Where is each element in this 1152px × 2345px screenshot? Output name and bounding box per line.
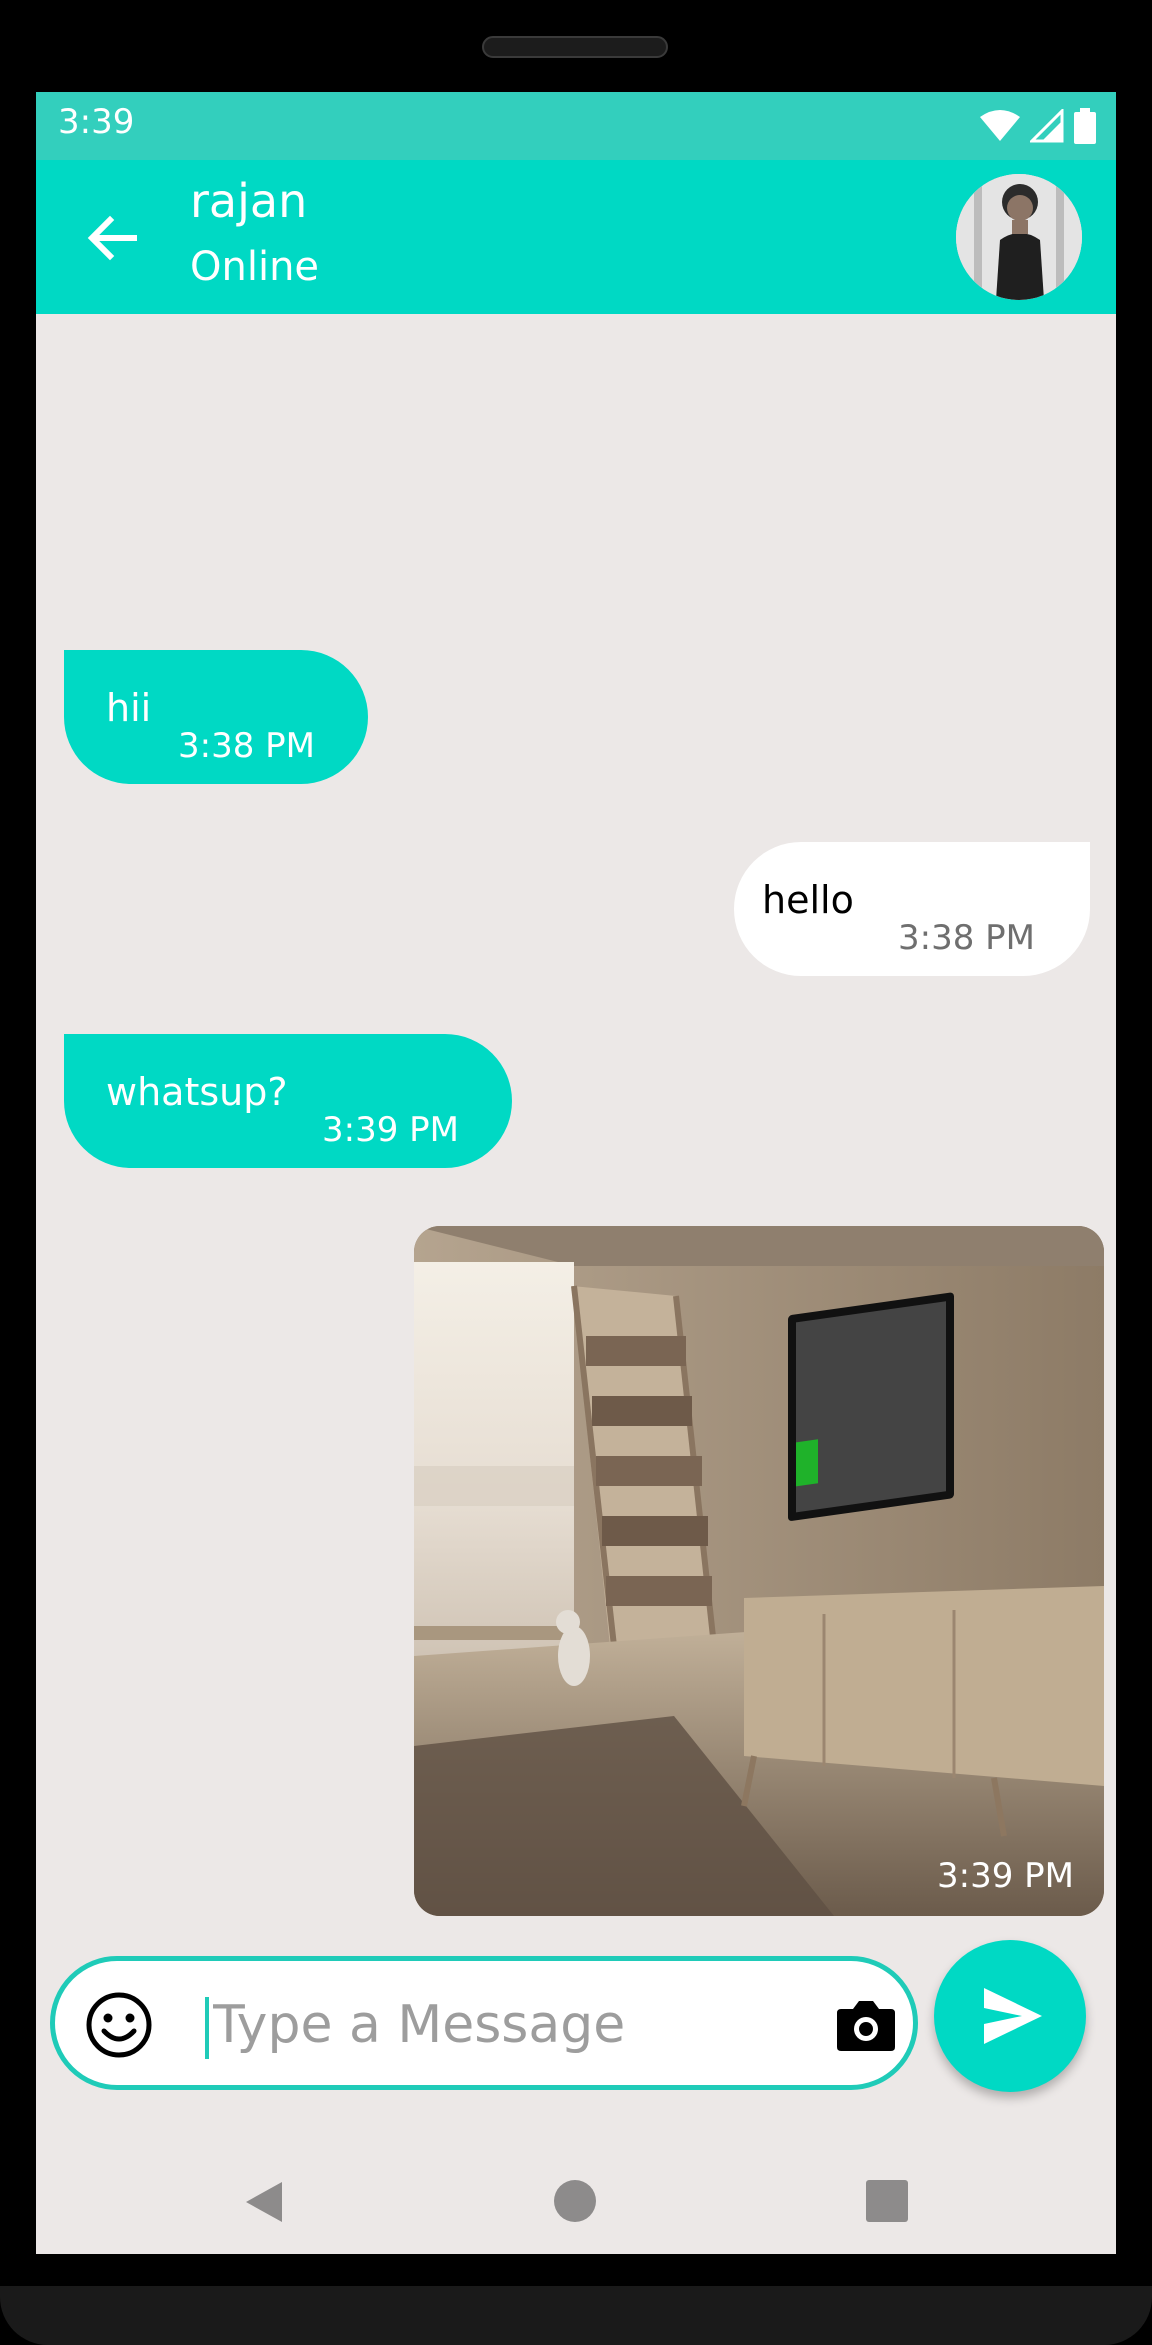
contact-status: Online [190,244,320,290]
status-time: 3:39 [58,102,135,142]
text-cursor [205,1997,209,2059]
camera-icon [837,2001,895,2051]
message-time: 3:38 PM [178,726,315,766]
avatar[interactable] [956,174,1082,300]
status-icons [980,106,1096,146]
back-button[interactable] [80,206,144,270]
nav-home-icon[interactable] [554,2180,596,2222]
message-bubble-outgoing[interactable]: hello 3:38 PM [734,842,1090,976]
status-bar: 3:39 [36,92,1116,160]
send-icon [984,1988,1042,2044]
emoji-button[interactable] [85,1991,153,2059]
message-bubble-incoming[interactable]: hii 3:38 PM [64,650,368,784]
battery-icon [1074,108,1096,144]
bottom-bezel [0,2286,1152,2345]
screen: 3:39 rajan Online hii 3:38 PM hello 3:38… [36,92,1116,2254]
message-text: hii [106,686,152,730]
send-button[interactable] [934,1940,1086,2092]
room-photo [414,1226,1104,1916]
message-time: 3:39 PM [937,1856,1074,1896]
smiley-icon [86,1992,152,2058]
message-bubble-incoming[interactable]: whatsup? 3:39 PM [64,1034,512,1168]
message-input[interactable] [213,1987,753,2063]
arrow-left-icon [87,215,137,261]
message-text: hello [762,878,854,922]
camera-button[interactable] [835,1997,897,2053]
message-time: 3:38 PM [898,918,1035,958]
message-composer [50,1956,918,2090]
image-message[interactable]: 3:39 PM [414,1226,1104,1916]
nav-recents-icon[interactable] [866,2180,908,2222]
earpiece-speaker [482,36,668,58]
avatar-photo [956,174,1082,300]
nav-back-icon[interactable] [242,2180,286,2224]
message-text: whatsup? [106,1070,288,1114]
phone-frame: 3:39 rajan Online hii 3:38 PM hello 3:38… [0,0,1152,2345]
cell-signal-icon [1030,109,1064,143]
system-nav-bar [36,2152,1116,2252]
chat-header: rajan Online [36,160,1116,314]
wifi-icon [980,110,1020,141]
message-time: 3:39 PM [322,1110,459,1150]
contact-name[interactable]: rajan [190,174,307,228]
